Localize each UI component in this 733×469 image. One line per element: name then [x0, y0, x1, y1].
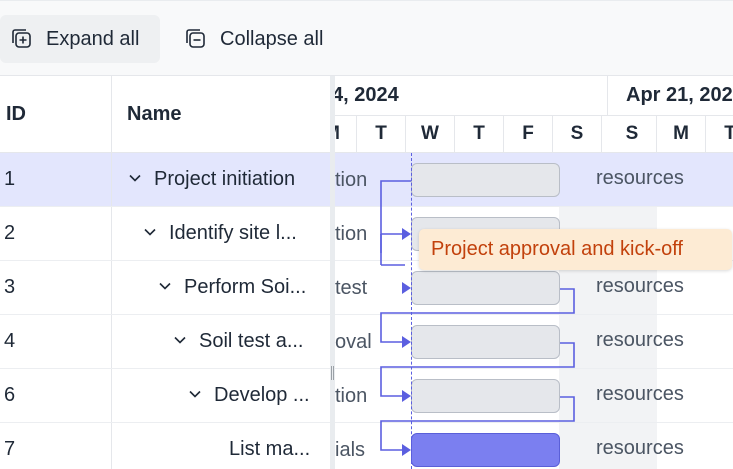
day-label: F [504, 116, 553, 153]
row-name: Identify site l... [143, 207, 297, 260]
collapse-all-label: Collapse all [220, 27, 324, 50]
day-label: M [335, 116, 357, 153]
row-name: Perform Soi... [158, 261, 306, 314]
row-id: 6 [4, 384, 16, 406]
row-name: List ma... [229, 438, 311, 460]
chevron-down-icon[interactable] [173, 333, 187, 347]
row-id: 2 [4, 222, 16, 244]
row-name: Soil test a... [173, 315, 304, 368]
table-row[interactable]: 4 Soil test a... [0, 315, 330, 369]
timeline-body: tion tion test oval tion ials resources … [335, 153, 733, 469]
day-label: T [455, 116, 504, 153]
day-label: W [406, 116, 455, 153]
row-id: 3 [4, 276, 16, 298]
splitter-grip-icon[interactable] [331, 366, 334, 380]
day-label: M [657, 116, 706, 153]
table-row[interactable]: 2 Identify site l... [0, 207, 330, 261]
row-name: Project initiation [128, 153, 295, 206]
task-tooltip: Project approval and kick-off [419, 229, 732, 270]
column-header-id[interactable]: ID [0, 76, 111, 153]
collapse-all-icon [184, 27, 208, 51]
task-grid: ID Name 1 Project initiation 2 Identify … [0, 76, 330, 469]
table-row[interactable]: 3 Perform Soi... [0, 261, 330, 315]
row-id: 1 [4, 168, 16, 190]
dependency-connectors [380, 180, 575, 456]
toolbar: Expand all Collapse all [0, 0, 733, 76]
expand-all-icon [10, 27, 34, 51]
column-header-name[interactable]: Name [111, 76, 330, 153]
gantt-timeline: 4, 2024 Apr 21, 202 M T W T F S S M T ti… [335, 76, 733, 469]
chevron-down-icon[interactable] [143, 225, 157, 239]
expand-all-label: Expand all [46, 27, 140, 50]
expand-all-button[interactable]: Expand all [0, 15, 160, 63]
day-label: T [357, 116, 406, 153]
day-label: T [706, 116, 733, 153]
grid-header: ID Name [0, 76, 330, 153]
timeline-week-header: 4, 2024 Apr 21, 202 [335, 76, 733, 116]
row-id: 4 [4, 330, 16, 352]
table-row[interactable]: 6 Develop ... [0, 369, 330, 423]
row-id: 7 [4, 438, 16, 460]
day-label: S [553, 116, 602, 153]
row-name: Develop ... [188, 369, 310, 422]
table-row[interactable]: 7 List ma... [0, 423, 330, 469]
chevron-down-icon[interactable] [188, 387, 202, 401]
day-label: S [608, 116, 657, 153]
collapse-all-button[interactable]: Collapse all [176, 15, 346, 63]
chevron-down-icon[interactable] [128, 171, 142, 185]
timeline-day-header: M T W T F S S M T [335, 116, 733, 153]
week-label: Apr 21, 202 [626, 84, 733, 106]
chevron-down-icon[interactable] [158, 279, 172, 293]
table-row[interactable]: 1 Project initiation [0, 153, 330, 207]
week-label: 4, 2024 [335, 84, 399, 106]
